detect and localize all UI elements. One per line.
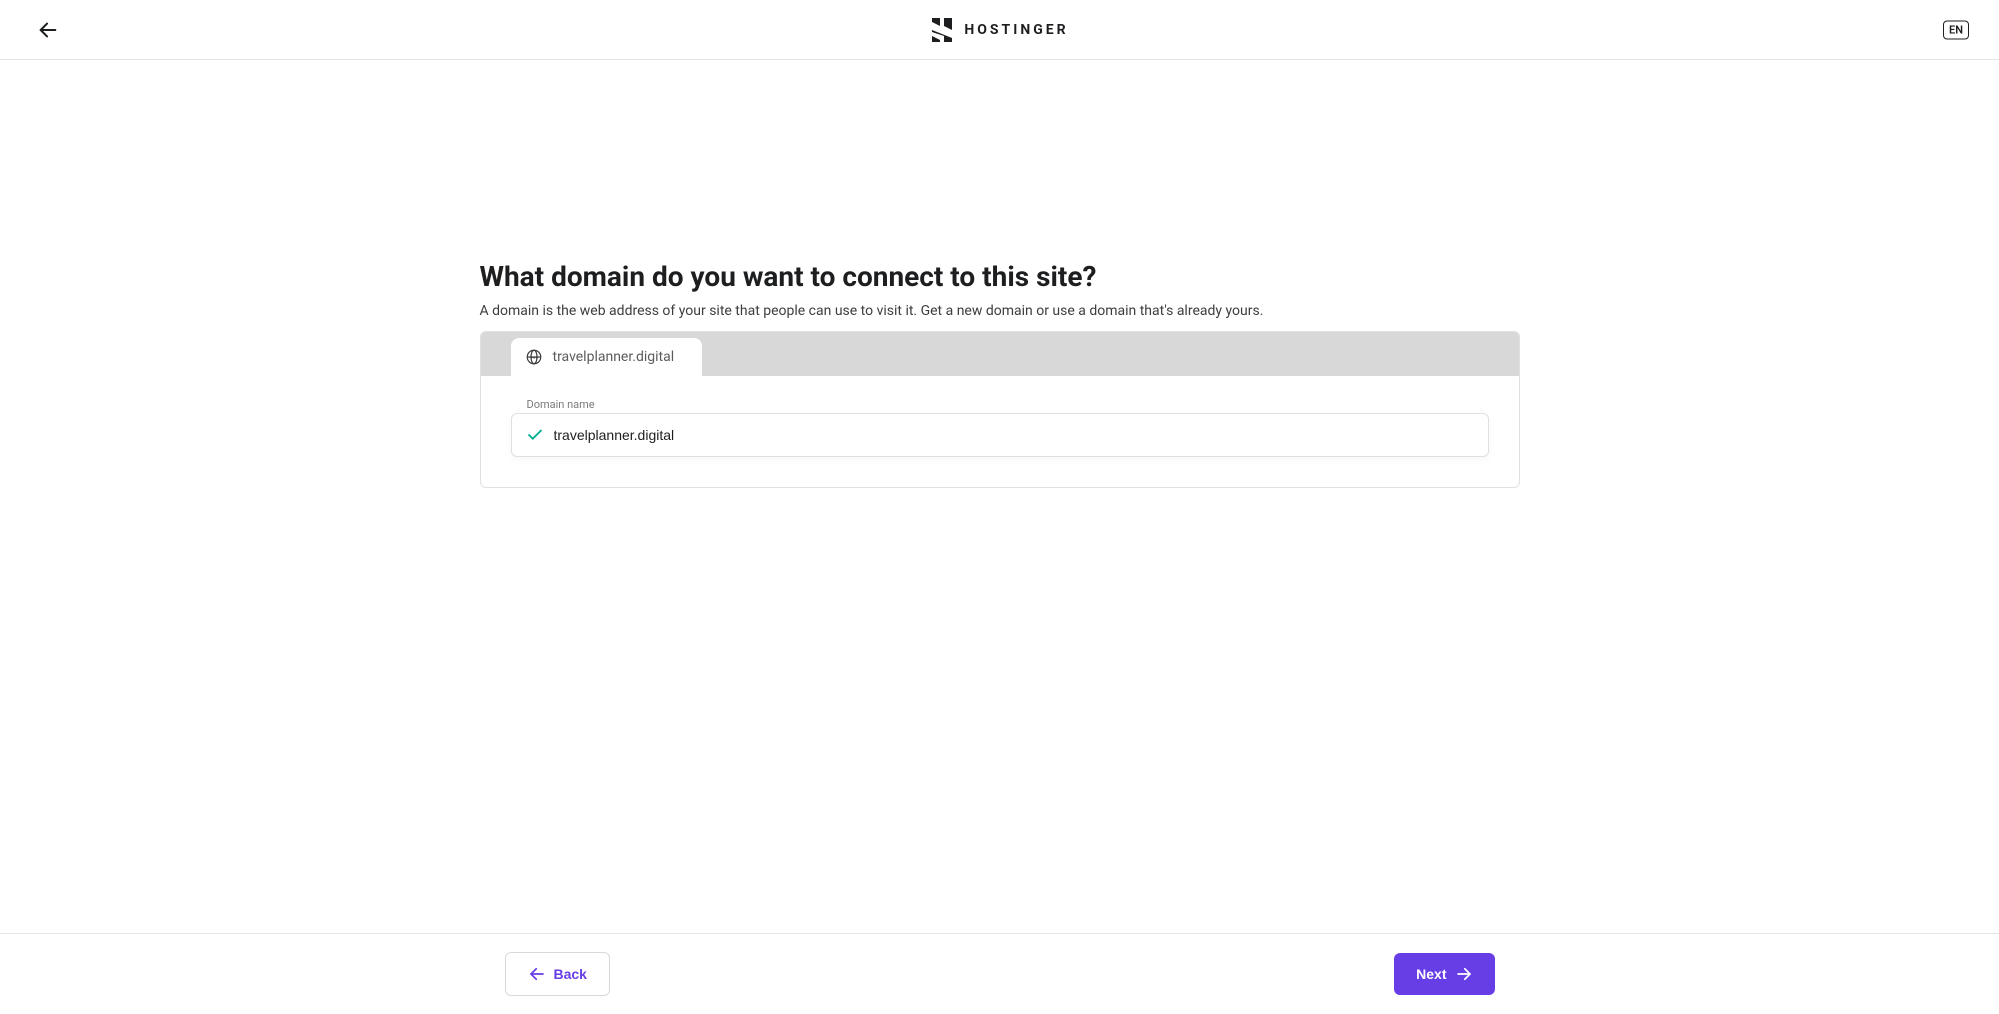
domain-input[interactable] xyxy=(554,427,1474,443)
arrow-right-icon xyxy=(1455,965,1473,983)
header-back-button[interactable] xyxy=(32,14,64,46)
card-body: Domain name xyxy=(481,376,1519,487)
back-button[interactable]: Back xyxy=(505,952,610,996)
next-button[interactable]: Next xyxy=(1394,953,1494,995)
language-code: EN xyxy=(1949,23,1963,36)
svg-text:www: www xyxy=(529,356,538,360)
domain-tab[interactable]: www travelplanner.digital xyxy=(511,338,703,376)
www-globe-icon: www xyxy=(525,348,543,366)
domain-card: www travelplanner.digital Domain name xyxy=(480,331,1520,488)
page-subtitle: A domain is the web address of your site… xyxy=(480,303,1520,319)
brand-logo: HOSTINGER xyxy=(930,16,1068,44)
hostinger-logo-icon xyxy=(930,16,954,44)
arrow-left-icon xyxy=(37,19,59,41)
brand-name: HOSTINGER xyxy=(964,22,1068,38)
main-content: What domain do you want to connect to th… xyxy=(0,60,1999,933)
footer: Back Next xyxy=(0,933,1999,1014)
arrow-left-icon xyxy=(528,965,546,983)
domain-field-label: Domain name xyxy=(527,398,1489,411)
next-button-label: Next xyxy=(1416,966,1446,982)
tab-label: travelplanner.digital xyxy=(553,349,675,365)
page-title: What domain do you want to connect to th… xyxy=(480,260,1520,293)
tab-bar: www travelplanner.digital xyxy=(481,332,1519,376)
back-button-label: Back xyxy=(554,966,587,982)
checkmark-icon xyxy=(526,426,544,444)
domain-field-wrap: Domain name xyxy=(511,398,1489,457)
header: HOSTINGER EN xyxy=(0,0,1999,60)
domain-field-box[interactable] xyxy=(511,413,1489,457)
language-selector[interactable]: EN xyxy=(1943,20,1969,39)
